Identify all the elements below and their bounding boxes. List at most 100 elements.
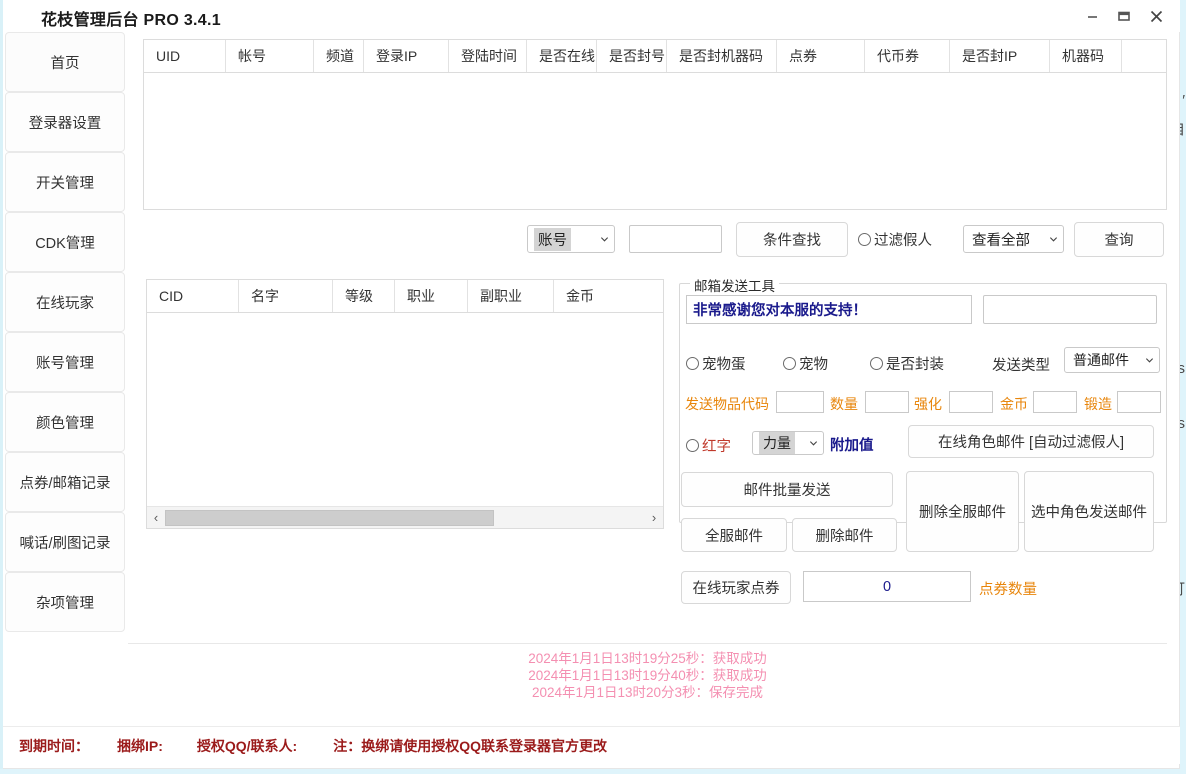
pet-egg-label: 宠物蛋: [702, 353, 746, 374]
account-table-body: [144, 73, 1166, 209]
points-amount-input[interactable]: 0: [803, 571, 971, 602]
item-code-input[interactable]: [776, 391, 824, 413]
title-bar: 花枝管理后台 PRO 3.4.1: [3, 0, 1180, 32]
sidebar-item-label: 首页: [51, 52, 80, 73]
character-table-body: [147, 313, 663, 505]
sidebar-item-online-players[interactable]: 在线玩家: [5, 272, 125, 332]
quantity-input[interactable]: [865, 391, 909, 413]
send-type-select[interactable]: 普通邮件: [1064, 347, 1160, 373]
online-role-mail-button[interactable]: 在线角色邮件 [自动过滤假人]: [908, 425, 1154, 458]
sidebar-item-points-mail-log[interactable]: 点券/邮箱记录: [5, 452, 125, 512]
sidebar: 首页 登录器设置 开关管理 CDK管理 在线玩家 账号管理 颜色管理 点券/邮箱…: [3, 32, 127, 637]
desktop-backdrop-right: [1180, 0, 1186, 774]
scroll-right-arrow-icon[interactable]: ›: [645, 508, 663, 528]
sidebar-item-color-management[interactable]: 颜色管理: [5, 392, 125, 452]
delete-mail-button[interactable]: 删除邮件: [792, 518, 897, 552]
close-button[interactable]: [1140, 2, 1172, 30]
attribute-value: 力量: [759, 432, 795, 454]
gold-input[interactable]: [1033, 391, 1077, 413]
column-header-level[interactable]: 等级: [333, 280, 395, 312]
gold-label: 金币: [1000, 394, 1028, 414]
mail-content-input[interactable]: 非常感谢您对本服的支持！: [686, 295, 972, 324]
log-line: 2024年1月1日13时19分25秒：获取成功: [128, 650, 1167, 667]
column-header-hwid[interactable]: 机器码: [1050, 40, 1122, 72]
column-header-uid[interactable]: UID: [144, 40, 226, 72]
mail-title-input[interactable]: [983, 295, 1157, 324]
scroll-left-arrow-icon[interactable]: ‹: [147, 508, 165, 528]
sidebar-item-switch-management[interactable]: 开关管理: [5, 152, 125, 212]
column-header-spacer: [1122, 40, 1166, 72]
forge-input[interactable]: [1117, 391, 1161, 413]
log-separator: [128, 643, 1167, 644]
condition-search-button[interactable]: 条件查找: [736, 222, 848, 257]
pet-egg-radio[interactable]: 宠物蛋: [686, 353, 746, 374]
column-header-cid[interactable]: CID: [147, 280, 239, 312]
is-sealed-radio[interactable]: 是否封装: [870, 353, 944, 374]
column-header-name[interactable]: 名字: [239, 280, 333, 312]
column-header-is-ip-banned[interactable]: 是否封IP: [950, 40, 1050, 72]
account-table-header: UID 帐号 频道 登录IP 登陆时间 是否在线 是否封号 是否封机器码 点券 …: [144, 40, 1166, 73]
query-button[interactable]: 查询: [1074, 222, 1164, 257]
sidebar-item-misc-management[interactable]: 杂项管理: [5, 572, 125, 632]
maximize-button[interactable]: [1108, 2, 1140, 30]
desktop-backdrop-bottom: [0, 769, 1186, 774]
log-line: 2024年1月1日13时20分3秒：保存完成: [128, 684, 1167, 701]
search-toolbar: 账号 条件查找 过滤假人 查看全部 查询: [523, 222, 1163, 258]
column-header-points[interactable]: 点券: [777, 40, 865, 72]
sidebar-item-label: 点券/邮箱记录: [19, 472, 110, 493]
pet-radio[interactable]: 宠物: [783, 353, 828, 374]
column-header-job[interactable]: 职业: [395, 280, 468, 312]
column-header-token-points[interactable]: 代币券: [865, 40, 950, 72]
attribute-select[interactable]: 力量: [752, 431, 824, 455]
view-scope-select[interactable]: 查看全部: [963, 225, 1064, 253]
enhance-input[interactable]: [949, 391, 993, 413]
search-field-select[interactable]: 账号: [527, 225, 615, 253]
column-header-account[interactable]: 帐号: [226, 40, 314, 72]
minimize-button[interactable]: [1076, 2, 1108, 30]
view-scope-value: 查看全部: [970, 228, 1032, 251]
send-type-value: 普通邮件: [1071, 349, 1131, 371]
column-header-channel[interactable]: 频道: [314, 40, 364, 72]
auth-qq-label: 授权QQ/联系人:: [197, 736, 297, 756]
red-text-radio[interactable]: 红字: [686, 435, 731, 456]
log-area: 2024年1月1日13时19分25秒：获取成功 2024年1月1日13时19分4…: [128, 645, 1167, 707]
filter-bots-radio[interactable]: 过滤假人: [858, 229, 932, 250]
status-bar: 到期时间： 捆绑IP: 授权QQ/联系人: 注：换绑请使用授权QQ联系登录器官方…: [3, 726, 1180, 764]
sidebar-item-label: 登录器设置: [29, 112, 102, 133]
main-window: 花枝管理后台 PRO 3.4.1: [3, 0, 1180, 769]
sidebar-item-account-management[interactable]: 账号管理: [5, 332, 125, 392]
red-text-label: 红字: [702, 435, 731, 456]
send-selected-role-mail-button[interactable]: 选中角色发送邮件: [1024, 471, 1154, 552]
search-field-value: 账号: [534, 228, 571, 251]
is-sealed-label: 是否封装: [886, 353, 944, 374]
column-header-is-hwid-banned[interactable]: 是否封机器码: [667, 40, 777, 72]
window-title: 花枝管理后台 PRO 3.4.1: [41, 6, 221, 30]
column-header-gold[interactable]: 金币: [554, 280, 663, 312]
sidebar-item-cdk-management[interactable]: CDK管理: [5, 212, 125, 272]
column-header-is-online[interactable]: 是否在线: [527, 40, 597, 72]
radio-circle-icon: [783, 357, 796, 370]
window-controls: [1076, 2, 1172, 30]
column-header-is-banned[interactable]: 是否封号: [597, 40, 667, 72]
column-header-subjob[interactable]: 副职业: [468, 280, 554, 312]
column-header-login-ip[interactable]: 登录IP: [364, 40, 449, 72]
online-player-points-button[interactable]: 在线玩家点券: [681, 571, 791, 604]
radio-circle-icon: [858, 233, 871, 246]
search-keyword-input[interactable]: [629, 225, 722, 253]
send-type-label: 发送类型: [992, 354, 1050, 375]
column-header-login-time[interactable]: 登陆时间: [449, 40, 527, 72]
character-table-hscrollbar[interactable]: ‹ ›: [147, 506, 663, 528]
sidebar-item-label: 开关管理: [36, 172, 94, 193]
sidebar-item-home[interactable]: 首页: [5, 32, 125, 92]
rebind-note-label: 注：换绑请使用授权QQ联系登录器官方更改: [333, 736, 607, 756]
batch-send-mail-button[interactable]: 邮件批量发送: [681, 472, 893, 507]
delete-all-server-mail-button[interactable]: 删除全服邮件: [906, 471, 1019, 552]
item-code-label: 发送物品代码: [685, 394, 769, 414]
scrollbar-thumb[interactable]: [165, 510, 494, 526]
quantity-label: 数量: [830, 394, 858, 414]
scrollbar-track[interactable]: [165, 510, 645, 526]
chevron-down-icon: [809, 439, 818, 448]
sidebar-item-shout-dungeon-log[interactable]: 喊话/刷图记录: [5, 512, 125, 572]
all-server-mail-button[interactable]: 全服邮件: [681, 518, 787, 552]
sidebar-item-launcher-settings[interactable]: 登录器设置: [5, 92, 125, 152]
